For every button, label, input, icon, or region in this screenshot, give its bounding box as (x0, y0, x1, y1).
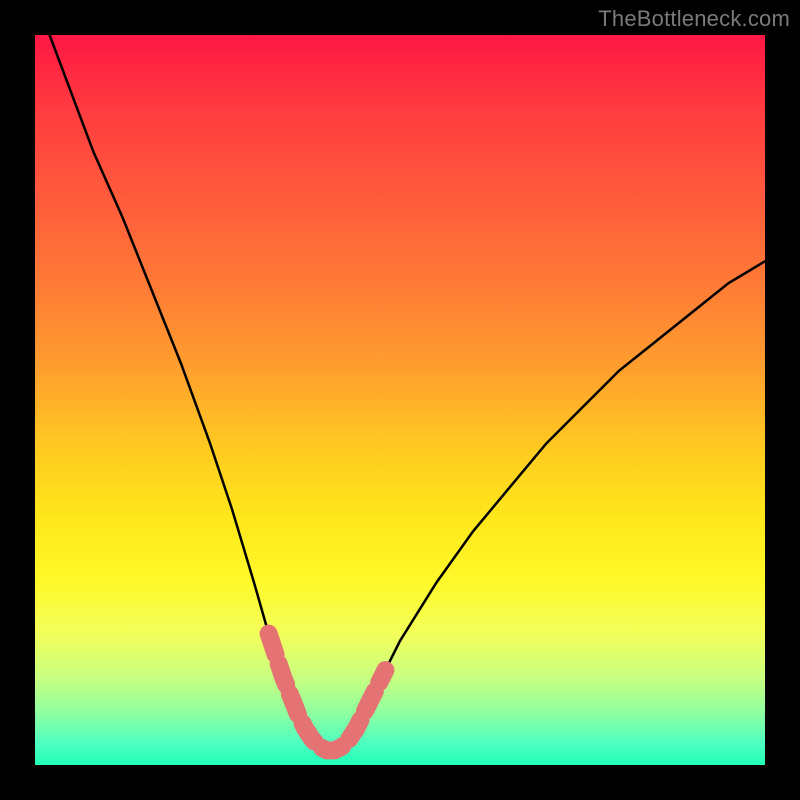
chart-frame: TheBottleneck.com (0, 0, 800, 800)
bottleneck-curve-path (50, 35, 765, 750)
optimal-range-highlight (269, 634, 386, 751)
watermark-text: TheBottleneck.com (598, 6, 790, 32)
bottleneck-curve-svg (35, 35, 765, 765)
